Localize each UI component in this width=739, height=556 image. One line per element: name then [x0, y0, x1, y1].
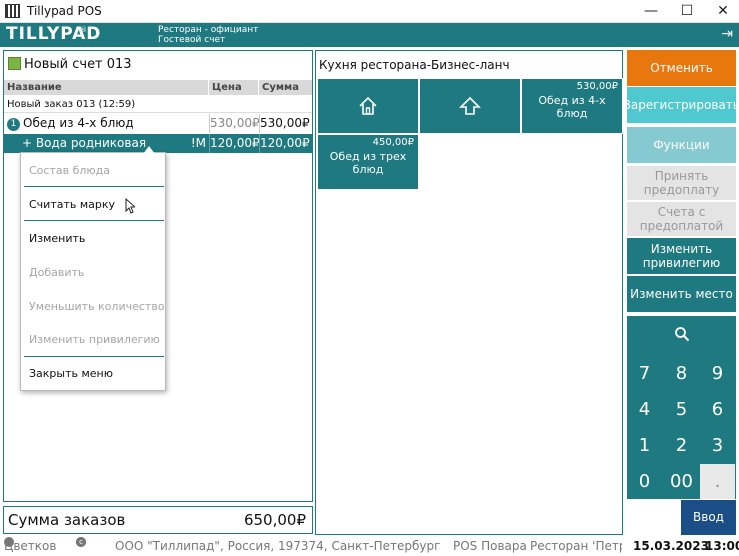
exit-icon[interactable]: ⇥	[721, 26, 733, 42]
tillypad-logo: TILLYPAD	[6, 24, 102, 44]
total-label: Сумма заказов	[8, 511, 126, 529]
status-icon-c: c	[76, 537, 86, 547]
change-privilege-button[interactable]: Изменить привилегию	[627, 238, 736, 274]
functions-button[interactable]: Функции	[627, 127, 736, 163]
catalog-panel: Кухня ресторана-Бизнес-ланч 530,00₽ Обед…	[315, 50, 623, 535]
numpad-key-8[interactable]: 8	[664, 356, 699, 391]
bill-type-line: Гостевой счет	[158, 35, 226, 45]
numpad-key-6[interactable]: 6	[700, 392, 735, 427]
menu-item-read-mark[interactable]: Считать марку	[29, 198, 115, 211]
item-name: Обед из 4-х блюд	[23, 116, 134, 130]
column-sum: Сумма	[259, 80, 312, 95]
role-info: Ресторан - официант Гостевой счет	[158, 25, 258, 45]
column-name: Название	[4, 80, 208, 95]
numpad-key-2[interactable]: 2	[664, 428, 699, 463]
numpad-key-7[interactable]: 7	[627, 356, 662, 391]
maximize-button[interactable]: ☐	[669, 0, 705, 23]
window-title: Tillypad POS	[27, 4, 102, 18]
app-header: TILLYPAD ® Ресторан - официант Гостевой …	[0, 23, 739, 47]
menu-divider	[24, 186, 164, 187]
numpad-key-0[interactable]: 0	[627, 464, 662, 499]
bill-title: Новый счет 013	[8, 57, 132, 72]
status-bar: Цветков abc ООО "Тиллипад", Россия, 1973…	[0, 537, 739, 556]
bill-item-row-selected[interactable]: + Вода родниковая !M 120,00₽ 120,00₽	[4, 134, 312, 153]
up-level-button[interactable]	[419, 78, 521, 134]
dish-name: Обед из 4-х блюд	[538, 94, 606, 120]
context-menu: Состав блюда Считать марку Изменить Доба…	[20, 146, 166, 391]
prepaid-bills-button[interactable]: Счета с предоплатой	[627, 202, 736, 236]
status-organization: ООО "Тиллипад", Россия, 197374, Санкт-Пе…	[115, 539, 440, 553]
status-time: 13:00	[705, 539, 739, 553]
bill-total: Сумма заказов 650,00₽	[3, 506, 313, 534]
register-button[interactable]: Зарегистрировать	[623, 87, 739, 123]
item-price: 530,00₽	[209, 114, 260, 133]
app-icon	[5, 4, 20, 18]
bill-title-text: Новый счет 013	[24, 57, 132, 72]
numpad-key-decimal[interactable]: .	[700, 464, 735, 499]
cancel-button[interactable]: Отменить	[627, 50, 736, 86]
accept-prepayment-button[interactable]: Принять предоплату	[627, 166, 736, 200]
item-count-badge: 1	[7, 118, 20, 131]
item-sum: 120,00₽	[259, 134, 312, 153]
menu-divider	[24, 220, 164, 221]
window-titlebar: Tillypad POS — ☐ ✕	[0, 0, 739, 23]
status-terminal: POS Повара	[453, 539, 527, 553]
menu-pointer-icon	[143, 146, 155, 154]
menu-item-dish-composition: Состав блюда	[29, 164, 111, 177]
numpad-key-9[interactable]: 9	[700, 356, 735, 391]
numpad: 7 8 9 4 5 6 1 2 3 0 00 .	[627, 316, 736, 499]
dish-price: 530,00₽	[576, 81, 618, 92]
change-place-button[interactable]: Изменить место	[627, 276, 736, 312]
enter-button[interactable]: Ввод	[681, 500, 736, 535]
status-venue: Ресторан 'Петр I'	[530, 539, 622, 553]
numpad-key-00[interactable]: 00	[664, 464, 699, 499]
numpad-key-1[interactable]: 1	[627, 428, 662, 463]
up-arrow-icon	[459, 96, 481, 115]
bill-icon	[8, 57, 21, 70]
search-icon	[674, 327, 689, 342]
close-button[interactable]: ✕	[705, 0, 739, 23]
dish-tile[interactable]: 530,00₽ Обед из 4-х блюд	[521, 78, 623, 134]
menu-item-decrease-quantity: Уменьшить количество	[29, 300, 165, 313]
menu-item-add: Добавить	[29, 266, 85, 279]
menu-item-change-privilege: Изменить привилегию	[29, 333, 160, 346]
dish-tile[interactable]: 450,00₽ Обед из трех блюд	[317, 134, 419, 190]
item-modifier-flag: !M	[190, 136, 206, 150]
menu-divider	[24, 356, 164, 357]
home-button[interactable]	[317, 78, 419, 134]
search-button[interactable]	[627, 316, 736, 352]
menu-item-close-menu[interactable]: Закрыть меню	[29, 367, 113, 380]
column-price: Цена	[209, 80, 258, 95]
total-value: 650,00₽	[243, 511, 306, 529]
menu-item-edit[interactable]: Изменить	[29, 232, 85, 245]
item-price: 120,00₽	[209, 134, 260, 153]
dish-name: Обед из трех блюд	[329, 150, 407, 176]
home-icon	[359, 96, 377, 115]
numpad-key-5[interactable]: 5	[664, 392, 699, 427]
minimize-button[interactable]: —	[633, 0, 669, 23]
numpad-key-4[interactable]: 4	[627, 392, 662, 427]
numpad-key-3[interactable]: 3	[700, 428, 735, 463]
item-sum: 530,00₽	[259, 114, 312, 133]
dish-price: 450,00₽	[372, 137, 414, 148]
order-header[interactable]: Новый заказ 013 (12:59)	[4, 96, 312, 113]
logo-registered-mark: ®	[80, 26, 87, 34]
mouse-cursor-icon	[125, 198, 135, 214]
item-name: + Вода родниковая	[22, 136, 147, 150]
role-line: Ресторан - официант	[158, 25, 259, 35]
status-date: 15.03.2023	[633, 539, 709, 553]
catalog-title: Кухня ресторана-Бизнес-ланч	[319, 58, 510, 72]
bill-item-row[interactable]: 1 Обед из 4-х блюд 530,00₽ 530,00₽	[4, 114, 312, 133]
user-name: Цветков	[4, 539, 57, 553]
